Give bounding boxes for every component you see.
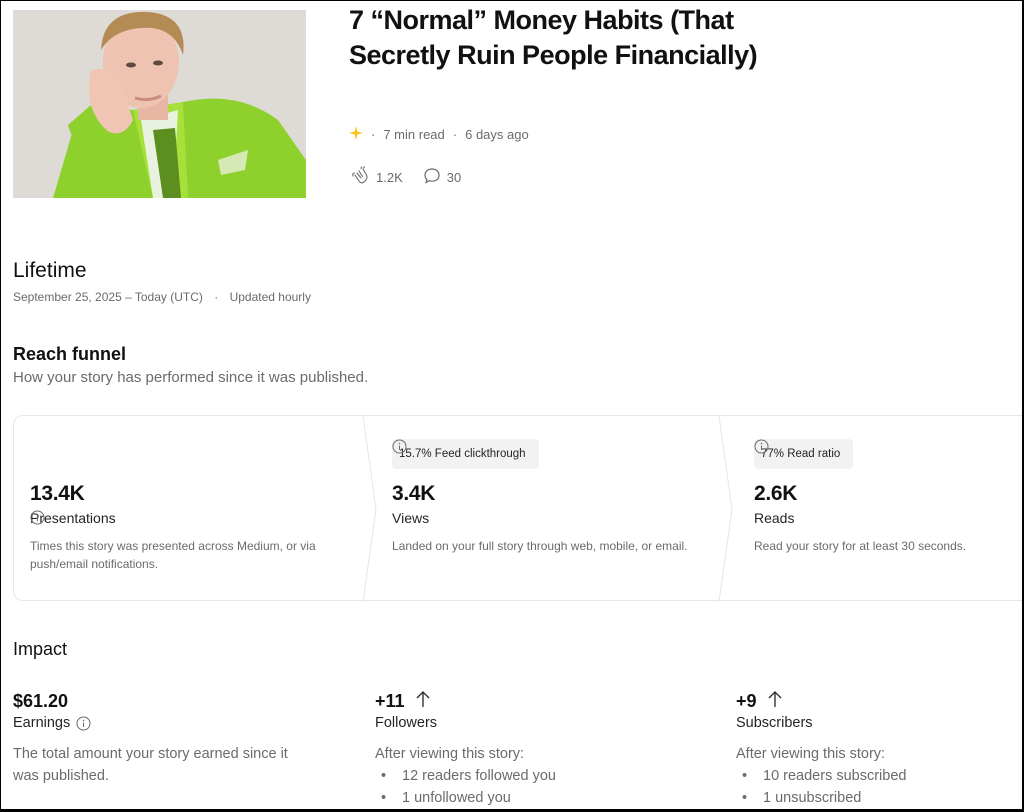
lifetime-heading: Lifetime (13, 259, 87, 282)
list-item: • 1 unsubscribed (742, 790, 862, 806)
subscribers-intro: After viewing this story: (736, 746, 886, 762)
earnings-section: $61.20 Earnings The total amount your st… (13, 689, 313, 787)
list-item-text: 1 unfollowed you (402, 790, 511, 806)
list-item-text: 1 unsubscribed (763, 790, 862, 806)
views-label: Views (392, 510, 430, 526)
comment-icon (423, 167, 441, 188)
followers-value-row: +11 (375, 689, 675, 713)
followers-intro: After viewing this story: (375, 746, 525, 762)
story-engagement: 1.2K 30 (350, 165, 481, 189)
reads-label: Reads (754, 510, 795, 526)
published-ago: 6 days ago (465, 126, 529, 142)
feed-clickthrough-text: 15.7% Feed clickthrough (399, 448, 526, 460)
followers-label: Followers (375, 715, 438, 731)
story-cover-image[interactable] (13, 10, 306, 198)
arrow-up-icon (415, 690, 431, 713)
views-value: 3.4K (392, 482, 436, 505)
list-item-text: 10 readers subscribed (763, 768, 907, 784)
subscribers-list: • 10 readers subscribed • 1 unsubscribed (736, 765, 1016, 809)
read-ratio-text: 77% Read ratio (761, 448, 841, 460)
funnel-stage-views: 15.7% Feed clickthrough 3.4K Views Lande… (392, 416, 722, 602)
separator-dot: · (452, 126, 458, 142)
impact-heading: Impact (13, 639, 68, 659)
followers-list: • 12 readers followed you • 1 unfollowed y… (375, 765, 675, 809)
sparkle-icon (349, 125, 363, 143)
presentations-description: Times this story was presented across Me… (30, 539, 316, 571)
list-item: • 1 unfollowed you (381, 790, 511, 806)
list-item-text: 12 readers followed you (402, 768, 556, 784)
read-time: 7 min read (383, 126, 445, 142)
reach-funnel-heading: Reach funnel (13, 344, 127, 364)
clap-icon (350, 165, 370, 189)
story-title[interactable]: 7 “Normal” Money Habits (That Secretly R… (349, 3, 819, 73)
date-range: September 25, 2025 – Today (UTC) (13, 290, 203, 304)
feed-clickthrough-chip: 15.7% Feed clickthrough (392, 439, 539, 469)
claps-stat[interactable]: 1.2K (350, 165, 403, 189)
reach-funnel-card: 13.4K Presentations Times this story was… (13, 415, 1022, 602)
claps-count: 1.2K (376, 169, 403, 185)
list-item: • 10 readers subscribed (742, 768, 907, 784)
list-item: • 12 readers followed you (381, 768, 556, 784)
story-meta: · 7 min read · 6 days ago (349, 125, 529, 143)
subscribers-value-row: +9 (736, 689, 1016, 713)
story-stats-page: 7 “Normal” Money Habits (That Secretly R… (1, 1, 1022, 809)
earnings-value: $61.20 (13, 690, 69, 711)
funnel-stage-presentations: 13.4K Presentations Times this story was… (30, 416, 350, 602)
lifetime-date-range: September 25, 2025 – Today (UTC) · Updat… (13, 290, 311, 304)
subscribers-value: +9 (736, 690, 757, 711)
presentations-value: 13.4K (30, 482, 85, 505)
arrow-up-icon (767, 690, 783, 713)
separator-dot: · (214, 290, 219, 304)
reads-description: Read your story for at least 30 seconds. (754, 539, 967, 553)
separator-dot: · (371, 126, 376, 142)
update-note: Updated hourly (229, 290, 311, 304)
earnings-description: The total amount your story earned since… (13, 746, 288, 784)
followers-section: +11 Followers After viewing this story: … (375, 689, 675, 809)
funnel-stage-reads: 77% Read ratio 2.6K Reads Read your stor… (754, 416, 1022, 602)
read-ratio-chip: 77% Read ratio (754, 439, 854, 469)
views-description: Landed on your full story through web, m… (392, 539, 688, 553)
info-icon[interactable] (76, 716, 91, 731)
earnings-label-row: Earnings (13, 715, 313, 731)
reach-funnel-description: How your story has performed since it wa… (13, 369, 369, 386)
responses-count: 30 (446, 169, 462, 185)
subscribers-label: Subscribers (736, 715, 813, 731)
followers-value: +11 (375, 690, 405, 711)
subscribers-section: +9 Subscribers After viewing this story:… (736, 689, 1016, 809)
presentations-label-row: Presentations (30, 510, 122, 526)
responses-stat[interactable]: 30 (423, 167, 461, 188)
earnings-label: Earnings (13, 715, 71, 731)
reads-value: 2.6K (754, 482, 798, 505)
